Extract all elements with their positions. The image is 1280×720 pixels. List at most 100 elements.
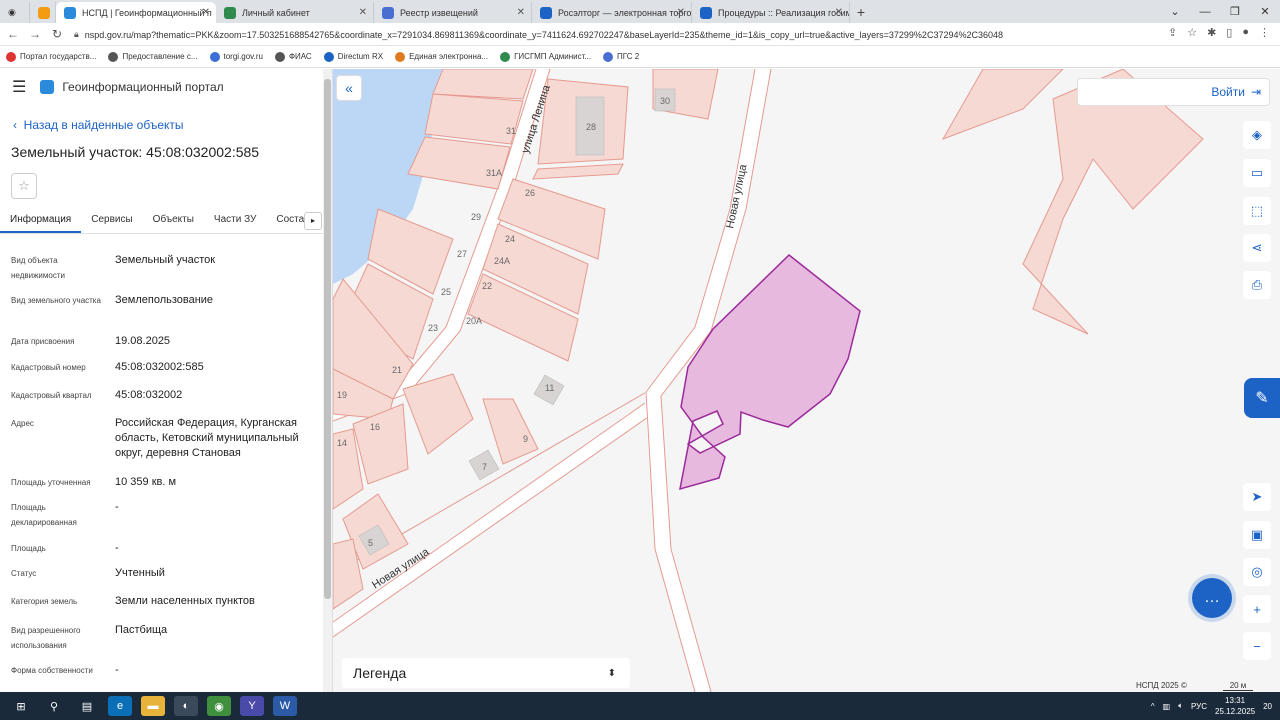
tab-close-icon[interactable]: ✕ xyxy=(677,7,685,18)
tray-chevron-icon[interactable]: ^ xyxy=(1151,702,1155,711)
parcel[interactable] xyxy=(1022,69,1204,335)
property-value: Российская Федерация, Курганская область… xyxy=(115,417,299,459)
print-button[interactable]: ⎙ xyxy=(1243,271,1271,299)
map-view[interactable]: 30 28 31 31А 26 29 24 24А 27 22 25 20А 2… xyxy=(333,69,1280,692)
bookmark-unified[interactable]: Единая электронна... xyxy=(395,51,488,62)
profile-icon[interactable]: ● xyxy=(1242,26,1249,39)
start-button[interactable]: ⊞ xyxy=(9,696,33,716)
login-button[interactable]: Войти ⇥ xyxy=(1077,78,1270,106)
bookmark-provision[interactable]: Предоставление с... xyxy=(108,51,198,62)
tab-services[interactable]: Сервисы xyxy=(81,210,142,233)
printer-icon: ⎙ xyxy=(1251,277,1263,292)
parcel[interactable] xyxy=(532,163,624,180)
share-button[interactable]: ⋖ xyxy=(1243,234,1271,262)
bookmark-torgi[interactable]: torgi.gov.ru xyxy=(209,51,263,62)
back-icon[interactable]: ← xyxy=(4,27,22,41)
tab-close-icon[interactable]: ✕ xyxy=(517,7,525,18)
window-controls: ⌄ — ❐ ✕ xyxy=(1160,0,1280,23)
chrome-button[interactable]: ◉ xyxy=(207,696,231,716)
tab-search-menu[interactable]: ◉ xyxy=(0,2,30,23)
reload-icon[interactable]: ↻ xyxy=(48,27,66,41)
bookmark-fias[interactable]: ФИАС xyxy=(274,51,312,62)
bookmark-gosuslugi[interactable]: Портал государств... xyxy=(6,51,96,62)
language-indicator[interactable]: РУС xyxy=(1191,702,1207,711)
collapse-panel-button[interactable]: « xyxy=(336,75,362,101)
parcel[interactable] xyxy=(402,373,474,455)
bookmark-label: ГИСГМП Админист... xyxy=(514,52,592,61)
pinned-tab-favicon xyxy=(38,6,50,19)
close-window-icon[interactable]: ✕ xyxy=(1250,5,1280,18)
tab-registry[interactable]: Реестр извещений ✕ xyxy=(374,2,532,23)
tabs-scroll-right-icon[interactable]: ▸ xyxy=(304,212,322,230)
yandex-icon: Y xyxy=(248,700,256,712)
property-value: Землепользование xyxy=(115,294,214,306)
parcel[interactable] xyxy=(407,136,511,190)
clock[interactable]: 13:31 25.12.2025 xyxy=(1215,695,1255,717)
url-field[interactable]: 🔒︎ nspd.gov.ru/map?thematic=PKK&zoom=17.… xyxy=(74,26,1074,43)
tab-cabinet[interactable]: Личный кабинет ✕ xyxy=(216,2,374,23)
explorer-button[interactable]: ▬ xyxy=(141,696,165,716)
measure-button[interactable]: ▭ xyxy=(1243,159,1271,187)
forward-icon[interactable]: → xyxy=(26,27,44,41)
yandex-button[interactable]: Y xyxy=(240,696,264,716)
message-dots-icon: … xyxy=(1204,589,1220,606)
locate-button[interactable]: ◎ xyxy=(1243,558,1271,586)
minimap-button[interactable]: ▣ xyxy=(1243,521,1271,549)
favorite-star-icon[interactable]: ☆ xyxy=(11,173,37,199)
parcel[interactable] xyxy=(482,398,539,465)
tab-procedures[interactable]: Процедуры :: Реализация госим ✕ xyxy=(692,2,850,23)
support-chat-button[interactable]: ✎ xyxy=(1244,378,1280,418)
parcel[interactable] xyxy=(424,93,524,145)
word-button[interactable]: W xyxy=(273,696,297,716)
tab-pinned[interactable] xyxy=(30,2,56,23)
notifications-badge[interactable]: 20 xyxy=(1263,702,1272,711)
tab-close-icon[interactable]: ✕ xyxy=(835,7,843,18)
tab-roseltorg[interactable]: Росэлторг — электронная торго ✕ xyxy=(532,2,692,23)
layers-button[interactable]: ◈ xyxy=(1243,121,1271,149)
bookmark-pgs2[interactable]: ПГС 2 xyxy=(603,51,639,62)
registry-favicon xyxy=(382,6,394,19)
zoom-out-button[interactable]: − xyxy=(1243,632,1271,660)
maximize-icon[interactable]: ❐ xyxy=(1220,5,1250,18)
tab-nspd[interactable]: НСПД | Геоинформационный п ✕ xyxy=(56,2,216,23)
property-label: Статус xyxy=(11,569,37,578)
task-view-button[interactable]: ▤ xyxy=(75,696,99,716)
tab-title: НСПД | Геоинформационный п xyxy=(82,7,212,18)
tab-information[interactable]: Информация xyxy=(0,210,82,233)
bookmark-star-icon[interactable]: ☆ xyxy=(1187,26,1197,39)
bookmark-gisgmp[interactable]: ГИСГМП Админист... xyxy=(500,51,592,62)
tab-close-icon[interactable]: ✕ xyxy=(359,7,367,18)
share-icon[interactable]: ⇪ xyxy=(1168,26,1177,39)
new-tab-button[interactable]: + xyxy=(850,2,872,23)
tab-parts[interactable]: Части ЗУ xyxy=(204,210,266,233)
zoom-in-button[interactable]: + xyxy=(1243,595,1271,623)
extensions-icon[interactable]: ✱ xyxy=(1207,26,1216,39)
property-value: Пастбища xyxy=(115,624,168,636)
select-area-button[interactable]: ⬚ xyxy=(1243,197,1271,225)
minimize-icon[interactable]: — xyxy=(1190,6,1220,18)
edge-button[interactable]: e xyxy=(108,696,132,716)
app-button[interactable]: ◐ xyxy=(174,696,198,716)
volume-icon[interactable]: 🔈︎ xyxy=(1178,701,1183,711)
panel-scrollbar[interactable] xyxy=(323,69,332,692)
menu-icon[interactable]: ⋮ xyxy=(1259,26,1270,39)
parcel[interactable] xyxy=(432,69,534,100)
parcel[interactable] xyxy=(941,69,1064,140)
tab-list-icon[interactable]: ⌄ xyxy=(1160,5,1190,18)
panel-scrollbar-thumb[interactable] xyxy=(324,79,331,599)
navigate-button[interactable]: ➤ xyxy=(1243,483,1271,511)
sidepanel-icon[interactable]: ▯ xyxy=(1226,26,1232,39)
tab-close-icon[interactable]: ✕ xyxy=(202,7,210,18)
legend-dropdown[interactable]: Легенда ⬍ xyxy=(342,658,630,688)
map-canvas[interactable] xyxy=(333,69,1280,692)
search-button[interactable]: ⚲ xyxy=(42,696,66,716)
location-icon: ◎ xyxy=(1251,564,1263,579)
chevron-left-icon: ‹ xyxy=(13,118,17,132)
back-to-results-link[interactable]: ‹ Назад в найденные объекты xyxy=(13,118,184,132)
messages-button[interactable]: … xyxy=(1192,578,1232,618)
network-icon[interactable]: ▥ xyxy=(1163,702,1171,711)
bookmark-directum[interactable]: Directum RX xyxy=(323,51,383,62)
hamburger-menu-icon[interactable]: ☰ xyxy=(12,77,26,97)
tab-objects[interactable]: Объекты xyxy=(143,210,204,233)
bookmark-favicon xyxy=(603,51,614,62)
